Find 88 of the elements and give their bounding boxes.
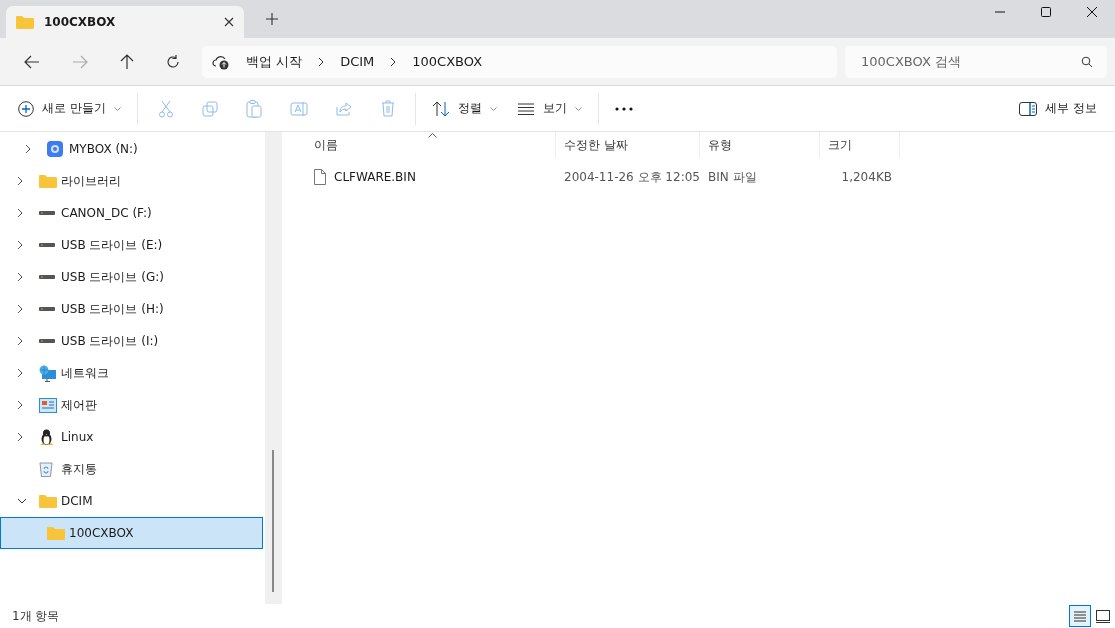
tab-title: 100CXBOX	[44, 15, 117, 29]
cloud-upload-icon	[212, 53, 230, 70]
chevron-right-icon[interactable]	[17, 272, 23, 282]
nav-item[interactable]: USB 드라이브 (I:)	[0, 325, 263, 357]
item-count: 1개 항목	[12, 607, 60, 625]
caret-icon	[113, 106, 121, 111]
tab[interactable]: 100CXBOX	[6, 6, 244, 38]
chevron-right-icon[interactable]	[25, 144, 31, 154]
breadcrumb[interactable]: 백업 시작	[244, 52, 305, 71]
search-field[interactable]: 100CXBOX 검색	[845, 45, 1107, 78]
nav-item[interactable]: USB 드라이브 (E:)	[0, 229, 263, 261]
nav-item[interactable]: Linux	[0, 421, 263, 453]
nav-item[interactable]: 휴지통	[0, 453, 263, 485]
cloud-drive-icon	[47, 141, 63, 157]
folder-icon	[16, 15, 34, 29]
column-header[interactable]: 유형	[700, 132, 820, 158]
details-view-icon[interactable]	[1069, 605, 1091, 627]
details-button[interactable]: 세부 정보	[1011, 92, 1105, 125]
caret-icon	[489, 106, 497, 111]
chevron-right-icon	[390, 56, 397, 67]
refresh-icon[interactable]	[166, 54, 180, 69]
sort-caret-icon	[428, 133, 437, 138]
nav-item[interactable]: MYBOX (N:)	[0, 133, 263, 165]
chevron-right-icon	[318, 56, 325, 67]
column-header[interactable]: 이름	[306, 132, 556, 158]
close-icon[interactable]	[1086, 6, 1098, 18]
chevron-down-icon[interactable]	[17, 498, 27, 504]
trash-icon	[380, 100, 395, 117]
chevron-right-icon[interactable]	[17, 208, 23, 218]
nav-item[interactable]: 네트워크	[0, 357, 263, 389]
breadcrumb[interactable]: 100CXBOX	[410, 54, 485, 69]
nav-item[interactable]: CANON_DC (F:)	[0, 197, 263, 229]
table-cell-text: 2004-11-26 오후 12:05	[563, 168, 700, 186]
network-icon	[39, 364, 57, 382]
drive-icon	[39, 242, 55, 248]
column-header[interactable]: 크기	[820, 132, 900, 158]
clipboard-icon	[245, 99, 262, 118]
chevron-right-icon[interactable]	[17, 432, 23, 442]
tiles-view-icon[interactable]	[1095, 608, 1111, 624]
list-view-icon	[516, 102, 535, 115]
file-name[interactable]: CLFWARE.BIN	[334, 170, 416, 184]
file-icon	[314, 169, 326, 185]
plus-circle-icon	[18, 100, 34, 117]
penguin-icon	[39, 428, 54, 446]
drive-icon	[39, 210, 55, 216]
folder-icon	[39, 494, 57, 508]
close-icon[interactable]	[224, 17, 234, 27]
toolbar-button[interactable]: 정렬	[423, 92, 505, 125]
drive-icon	[39, 306, 55, 312]
nav-item[interactable]: 제어판	[0, 389, 263, 421]
toolbar-button[interactable]: 새로 만들기	[10, 92, 129, 125]
column-header[interactable]: 수정한 날짜	[556, 132, 700, 158]
toolbar-button[interactable]: 보기	[508, 92, 590, 125]
rename-icon	[289, 100, 308, 117]
nav-item[interactable]: 100CXBOX	[0, 517, 263, 549]
chevron-right-icon[interactable]	[17, 400, 23, 410]
recycle-bin-icon	[39, 461, 53, 477]
chevron-right-icon[interactable]	[17, 176, 23, 186]
drive-icon	[39, 274, 55, 280]
sort-arrows-icon	[431, 100, 450, 117]
chevron-right-icon[interactable]	[17, 368, 23, 378]
chevron-right-icon[interactable]	[17, 336, 23, 346]
address-bar[interactable]: 백업 시작 DCIM 100CXBOX	[202, 45, 837, 78]
new-tab-icon[interactable]	[266, 13, 278, 25]
nav-item[interactable]: USB 드라이브 (H:)	[0, 293, 263, 325]
up-arrow-icon[interactable]	[120, 53, 134, 70]
folder-icon	[47, 526, 65, 540]
maximize-icon[interactable]	[1040, 6, 1052, 18]
share-icon	[335, 100, 353, 117]
folder-icon	[39, 174, 57, 188]
back-arrow-icon[interactable]	[24, 54, 40, 69]
nav-item[interactable]: DCIM	[0, 485, 263, 517]
nav-item[interactable]: 라이브러리	[0, 165, 263, 197]
scrollbar-thumb[interactable]	[272, 450, 274, 592]
chevron-right-icon[interactable]	[17, 240, 23, 250]
caret-icon	[574, 106, 582, 111]
drive-icon	[39, 338, 55, 344]
breadcrumb[interactable]: DCIM	[338, 54, 377, 69]
nav-item[interactable]: USB 드라이브 (G:)	[0, 261, 263, 293]
more-icon	[614, 106, 633, 111]
copy-icon	[201, 100, 218, 117]
chevron-right-icon[interactable]	[17, 304, 23, 314]
search-icon	[1081, 55, 1093, 68]
table-cell-text: BIN 파일	[707, 168, 758, 186]
control-panel-icon	[39, 397, 57, 413]
details-pane-icon	[1019, 101, 1038, 116]
table-cell-text: 1,204KB	[840, 170, 893, 184]
scissors-icon	[157, 99, 174, 118]
